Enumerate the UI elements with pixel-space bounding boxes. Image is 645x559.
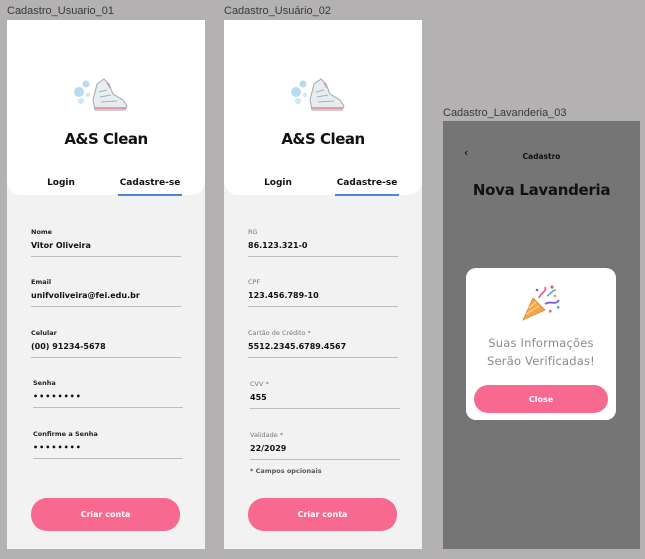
field-underline bbox=[248, 306, 398, 307]
tab-signup[interactable]: Cadastre-se bbox=[118, 178, 182, 188]
field-underline bbox=[248, 357, 398, 358]
field-value[interactable]: 123.456.789-10 bbox=[248, 291, 398, 302]
field-label: Cartão de Crédito * bbox=[248, 329, 311, 337]
app-header: A&S Clean Login Cadastre-se bbox=[224, 20, 422, 196]
create-account-button[interactable]: Criar conta bbox=[31, 498, 180, 531]
field-label: Email bbox=[31, 278, 52, 286]
signup-screen-user-02: A&S Clean Login Cadastre-se RG 86.123.32… bbox=[224, 20, 422, 549]
field-value[interactable]: 455 bbox=[250, 393, 400, 404]
frame-title: Cadastro_Lavanderia_03 bbox=[443, 107, 567, 119]
signup-screen-user-01: A&S Clean Login Cadastre-se Nome Vitor O… bbox=[7, 20, 205, 549]
field-underline bbox=[250, 408, 400, 409]
sneaker-bubbles-icon bbox=[288, 70, 348, 114]
field-value[interactable]: •••••••• bbox=[33, 392, 183, 403]
confirmation-modal: Suas Informações Serão Verificadas! Clos… bbox=[466, 268, 616, 420]
confirm-password-field[interactable]: Confirme a Senha •••••••• bbox=[33, 430, 183, 459]
name-field[interactable]: Nome Vitor Oliveira bbox=[31, 228, 181, 257]
field-label: Nome bbox=[31, 228, 53, 236]
close-button[interactable]: Close bbox=[474, 385, 608, 413]
field-value[interactable]: unifvoliveira@fei.edu.br bbox=[31, 291, 181, 302]
page-title: Nova Lavanderia bbox=[472, 181, 611, 199]
field-underline bbox=[250, 459, 400, 460]
field-underline bbox=[33, 407, 183, 408]
active-tab-indicator bbox=[335, 194, 399, 196]
brand-title: A&S Clean bbox=[281, 130, 365, 148]
laundry-signup-screen-03: ‹ Cadastro Nova Lavanderia Suas Informaç… bbox=[443, 121, 640, 549]
modal-message: Suas Informações Serão Verificadas! bbox=[466, 334, 616, 370]
frame-title: Cadastro_Usuário_02 bbox=[224, 5, 332, 17]
field-underline bbox=[31, 357, 181, 358]
field-label: RG bbox=[248, 228, 258, 236]
rg-field[interactable]: RG 86.123.321-0 bbox=[248, 228, 398, 257]
password-field[interactable]: Senha •••••••• bbox=[33, 379, 183, 408]
modal-message-line: Suas Informações bbox=[488, 336, 594, 350]
sneaker-bubbles-icon bbox=[71, 70, 131, 114]
field-value[interactable]: 22/2029 bbox=[250, 444, 400, 455]
app-header: A&S Clean Login Cadastre-se bbox=[7, 20, 205, 196]
tab-signup[interactable]: Cadastre-se bbox=[335, 178, 399, 188]
field-label: Celular bbox=[31, 329, 57, 337]
brand-title: A&S Clean bbox=[64, 130, 148, 148]
field-underline bbox=[31, 256, 181, 257]
email-field[interactable]: Email unifvoliveira@fei.edu.br bbox=[31, 278, 181, 307]
field-underline bbox=[33, 458, 183, 459]
field-underline bbox=[248, 256, 398, 257]
cpf-field[interactable]: CPF 123.456.789-10 bbox=[248, 278, 398, 307]
field-label: Validade * bbox=[250, 431, 284, 439]
active-tab-indicator bbox=[118, 194, 182, 196]
screen-header-title: Cadastro bbox=[522, 152, 561, 161]
field-value[interactable]: Vitor Oliveira bbox=[31, 241, 181, 252]
field-value[interactable]: •••••••• bbox=[33, 443, 183, 454]
party-popper-icon bbox=[519, 284, 561, 322]
phone-field[interactable]: Celular (00) 91234-5678 bbox=[31, 329, 181, 358]
field-label: CPF bbox=[248, 278, 261, 286]
field-label: Senha bbox=[33, 379, 56, 387]
expiry-field[interactable]: Validade * 22/2029 bbox=[250, 431, 400, 460]
field-label: CVV * bbox=[250, 380, 269, 388]
field-value[interactable]: 86.123.321-0 bbox=[248, 241, 398, 252]
optional-fields-note: * Campos opcionais bbox=[250, 467, 322, 475]
field-underline bbox=[31, 306, 181, 307]
tab-login[interactable]: Login bbox=[254, 178, 302, 188]
cvv-field[interactable]: CVV * 455 bbox=[250, 380, 400, 409]
frame-title: Cadastro_Usuario_01 bbox=[7, 5, 115, 17]
create-account-button[interactable]: Criar conta bbox=[248, 498, 397, 531]
field-label: Confirme a Senha bbox=[33, 430, 98, 438]
field-value[interactable]: 5512.2345.6789.4567 bbox=[248, 342, 398, 353]
field-value[interactable]: (00) 91234-5678 bbox=[31, 342, 181, 353]
modal-message-line: Serão Verificadas! bbox=[487, 354, 595, 368]
credit-card-field[interactable]: Cartão de Crédito * 5512.2345.6789.4567 bbox=[248, 329, 398, 358]
tab-login[interactable]: Login bbox=[37, 178, 85, 188]
